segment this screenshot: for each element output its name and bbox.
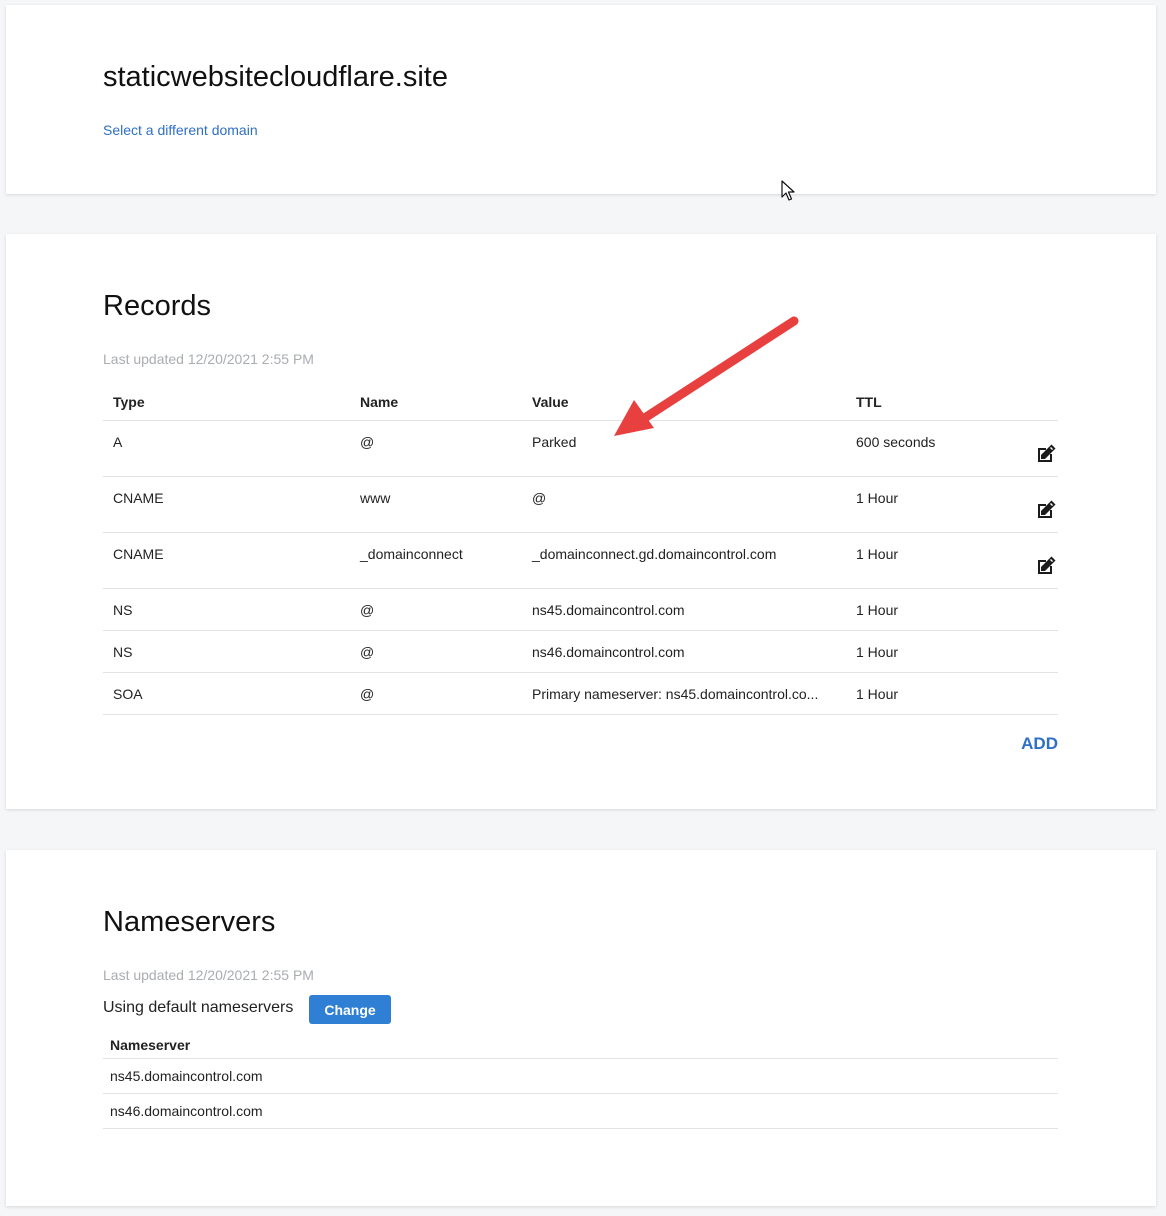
record-ttl: 1 Hour: [846, 588, 996, 631]
domain-card: staticwebsitecloudflare.site Select a di…: [6, 5, 1156, 194]
record-type: NS: [103, 630, 350, 673]
mouse-cursor-icon: [781, 180, 795, 201]
nameservers-table: Nameserver ns45.domaincontrol.com ns46.d…: [103, 1032, 1058, 1129]
records-header-row: Type Name Value TTL: [103, 384, 1058, 421]
record-value: ns45.domaincontrol.com: [522, 588, 846, 631]
column-header-actions: [996, 384, 1058, 421]
record-value: Parked: [522, 420, 846, 477]
records-title: Records: [103, 290, 211, 322]
table-row: ns45.domaincontrol.com: [103, 1058, 1058, 1094]
record-value: Primary nameserver: ns45.domaincontrol.c…: [522, 672, 846, 715]
column-header-name: Name: [350, 384, 522, 421]
table-row: CNAME www @ 1 Hour: [103, 476, 1058, 533]
nameserver-status-text: Using default nameservers: [103, 999, 294, 1016]
record-name: @: [350, 588, 522, 631]
edit-icon[interactable]: [1034, 554, 1058, 581]
nameservers-card: Nameservers Last updated 12/20/2021 2:55…: [6, 850, 1156, 1206]
record-name: _domainconnect: [350, 532, 522, 589]
nameservers-header-row: Nameserver: [103, 1032, 1058, 1059]
table-row: NS @ ns46.domaincontrol.com 1 Hour: [103, 630, 1058, 673]
table-row: CNAME _domainconnect _domainconnect.gd.d…: [103, 532, 1058, 589]
records-card: Records Last updated 12/20/2021 2:55 PM …: [6, 234, 1156, 809]
record-type: NS: [103, 588, 350, 631]
table-row: SOA @ Primary nameserver: ns45.domaincon…: [103, 672, 1058, 715]
record-type: CNAME: [103, 476, 350, 533]
select-different-domain-link[interactable]: Select a different domain: [103, 122, 258, 138]
record-type: SOA: [103, 672, 350, 715]
record-value: ns46.domaincontrol.com: [522, 630, 846, 673]
record-name: @: [350, 672, 522, 715]
column-header-ttl: TTL: [846, 384, 996, 421]
record-type: CNAME: [103, 532, 350, 589]
record-ttl: 1 Hour: [846, 630, 996, 673]
add-record-button[interactable]: ADD: [1021, 734, 1058, 754]
column-header-type: Type: [103, 384, 350, 421]
record-ttl: 1 Hour: [846, 672, 996, 715]
nameserver-value: ns46.domaincontrol.com: [103, 1093, 1058, 1129]
record-value: _domainconnect.gd.domaincontrol.com: [522, 532, 846, 589]
nameservers-title: Nameservers: [103, 906, 276, 938]
record-value: @: [522, 476, 846, 533]
records-last-updated: Last updated 12/20/2021 2:55 PM: [103, 351, 314, 367]
table-row: A @ Parked 600 seconds: [103, 420, 1058, 477]
record-ttl: 600 seconds: [846, 420, 996, 477]
column-header-value: Value: [522, 384, 846, 421]
record-name: @: [350, 630, 522, 673]
table-row: NS @ ns45.domaincontrol.com 1 Hour: [103, 588, 1058, 631]
change-nameservers-button[interactable]: Change: [309, 995, 391, 1024]
record-ttl: 1 Hour: [846, 476, 996, 533]
record-ttl: 1 Hour: [846, 532, 996, 589]
nameservers-last-updated: Last updated 12/20/2021 2:55 PM: [103, 967, 314, 983]
edit-icon[interactable]: [1034, 442, 1058, 469]
record-type: A: [103, 420, 350, 477]
nameserver-value: ns45.domaincontrol.com: [103, 1058, 1058, 1094]
edit-icon[interactable]: [1034, 498, 1058, 525]
table-row: ns46.domaincontrol.com: [103, 1093, 1058, 1129]
record-name: @: [350, 420, 522, 477]
records-table: Type Name Value TTL A @ Parked 600 secon…: [103, 384, 1058, 715]
record-name: www: [350, 476, 522, 533]
column-header-nameserver: Nameserver: [103, 1032, 1058, 1059]
domain-name: staticwebsitecloudflare.site: [103, 61, 448, 93]
